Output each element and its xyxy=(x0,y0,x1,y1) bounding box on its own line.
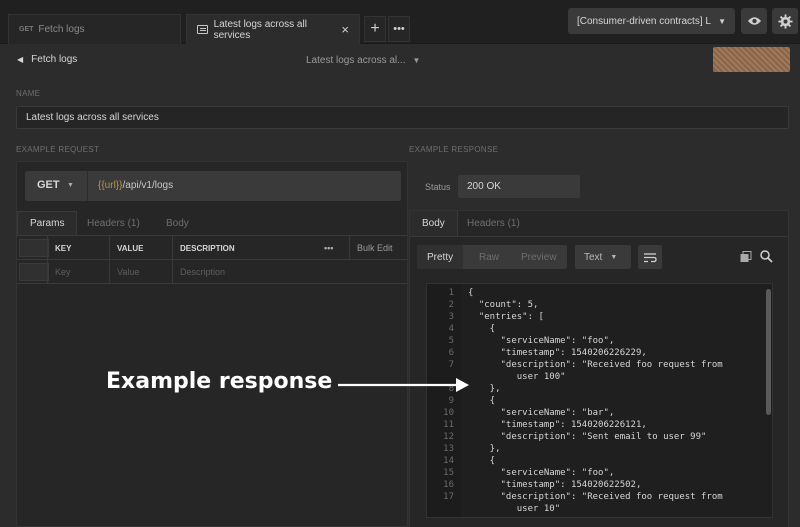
code-line: user 10" xyxy=(468,504,561,514)
view-pretty[interactable]: Pretty xyxy=(417,245,464,269)
method-select[interactable]: GET xyxy=(37,179,60,191)
code-line: 16 "timestamp": 154020622502, xyxy=(443,480,642,490)
search-button[interactable] xyxy=(760,250,773,266)
tab-params[interactable]: Params xyxy=(17,211,78,235)
response-tabs: Body Headers (1) xyxy=(410,211,788,237)
response-body-editor[interactable]: 1{ 2 "count": 5, 3 "entries": [ 4 { 5 "s… xyxy=(426,283,773,518)
tab-latest-logs[interactable]: Latest logs across all services × xyxy=(186,14,360,44)
gear-icon xyxy=(777,13,793,29)
tab-method-badge: GET xyxy=(19,26,34,33)
chevron-down-icon: ▼ xyxy=(412,56,421,65)
url-bar xyxy=(25,171,401,201)
table-row: Key Value Description xyxy=(17,260,407,284)
chevron-down-icon: ▼ xyxy=(718,16,726,26)
url-divider xyxy=(87,171,88,201)
row-checkbox[interactable] xyxy=(19,263,49,281)
code-line: 11 "timestamp": 1540206226121, xyxy=(443,420,647,430)
param-key-input[interactable]: Key xyxy=(47,260,109,284)
column-header-description: DESCRIPTION xyxy=(172,236,317,260)
param-description-input[interactable]: Description xyxy=(172,260,407,284)
chevron-down-icon[interactable]: ▼ xyxy=(67,182,74,189)
code-line: 12 "description": "Sent email to user 99… xyxy=(443,432,707,442)
code-line: 7 "description": "Received foo request f… xyxy=(448,360,723,370)
tab-headers[interactable]: Headers (1) xyxy=(87,211,140,235)
format-value: Text xyxy=(584,251,603,263)
chevron-down-icon: ▼ xyxy=(610,253,618,261)
search-icon xyxy=(760,250,773,263)
format-select[interactable]: Text ▼ xyxy=(575,245,631,269)
code-line: 4 { xyxy=(448,324,496,334)
wrap-lines-icon xyxy=(644,252,657,262)
eye-icon xyxy=(747,17,761,25)
code-line: 14 { xyxy=(443,456,496,466)
column-header-key: KEY xyxy=(47,236,109,260)
code-line: 15 "serviceName": "foo", xyxy=(443,468,615,478)
code-line: 1{ xyxy=(448,288,474,298)
close-icon[interactable]: × xyxy=(341,22,349,37)
bulk-edit-button[interactable]: Bulk Edit xyxy=(349,236,407,260)
column-header-value: VALUE xyxy=(109,236,172,260)
code-line: 9 { xyxy=(448,396,496,406)
example-name-input[interactable]: Latest logs across all services xyxy=(16,106,789,129)
new-tab-button[interactable]: + xyxy=(364,16,386,42)
view-raw[interactable]: Raw xyxy=(479,245,499,269)
tab-response-headers[interactable]: Headers (1) xyxy=(467,211,520,236)
copy-icon xyxy=(740,251,752,262)
environment-label: [Consumer-driven contracts] L xyxy=(577,15,711,27)
more-tabs-icon[interactable]: ••• xyxy=(388,16,410,42)
example-request-label: EXAMPLE REQUEST xyxy=(16,145,100,154)
code-line: 10 "serviceName": "bar", xyxy=(443,408,615,418)
environment-select[interactable]: [Consumer-driven contracts] L ▼ xyxy=(568,8,735,34)
back-arrow-icon: ◀ xyxy=(17,55,24,64)
status-input[interactable]: 200 OK xyxy=(458,175,580,198)
settings-button[interactable] xyxy=(772,8,798,34)
status-value: 200 OK xyxy=(467,181,501,192)
view-preview[interactable]: Preview xyxy=(521,245,557,269)
annotation-arrow-icon xyxy=(338,378,469,392)
code-line: 3 "entries": [ xyxy=(448,312,544,322)
tab-fetch-logs[interactable]: GET Fetch logs xyxy=(8,14,181,44)
code-line: 13 }, xyxy=(443,444,501,454)
url-input[interactable]: {{url}}/api/v1/logs xyxy=(98,180,173,191)
code-line: 2 "count": 5, xyxy=(448,300,539,310)
url-path: /api/v1/logs xyxy=(122,180,174,191)
code-line: 17 "description": "Received foo request … xyxy=(443,492,723,502)
more-options-icon[interactable]: ••• xyxy=(317,236,349,260)
example-doc-icon xyxy=(197,25,208,34)
copy-button[interactable] xyxy=(740,251,752,266)
status-label: Status xyxy=(425,182,451,192)
name-label: NAME xyxy=(16,89,41,98)
tab-label: Fetch logs xyxy=(38,24,85,35)
environment-quick-look-button[interactable] xyxy=(741,8,767,34)
response-scrollbar[interactable] xyxy=(766,289,771,415)
tab-body[interactable]: Body xyxy=(166,211,189,235)
code-line: 5 "serviceName": "foo", xyxy=(448,336,615,346)
params-table: KEY VALUE DESCRIPTION ••• Bulk Edit Key … xyxy=(17,236,407,284)
table-header-row: KEY VALUE DESCRIPTION ••• Bulk Edit xyxy=(17,236,407,260)
user-avatar[interactable] xyxy=(713,47,790,72)
request-tabs: Params Headers (1) Body xyxy=(17,211,407,236)
example-name-value: Latest logs across all services xyxy=(26,112,159,123)
back-to-request-link[interactable]: ◀ Fetch logs xyxy=(17,54,77,65)
example-title: Latest logs across al... xyxy=(306,55,406,66)
param-value-input[interactable]: Value xyxy=(109,260,172,284)
tab-label: Latest logs across all services xyxy=(213,18,307,41)
view-mode-group: Pretty Raw Preview xyxy=(417,245,567,269)
tab-response-body[interactable]: Body xyxy=(410,211,458,236)
checkbox-column-header xyxy=(19,239,49,257)
back-label: Fetch logs xyxy=(31,54,78,65)
example-response-label: EXAMPLE RESPONSE xyxy=(409,145,499,154)
example-title-dropdown[interactable]: Latest logs across al... ▼ xyxy=(306,55,420,66)
wrap-lines-button[interactable] xyxy=(638,245,662,269)
url-variable: {{url}} xyxy=(98,180,123,191)
annotation-label: Example response xyxy=(106,369,333,394)
code-line: 6 "timestamp": 1540206226229, xyxy=(448,348,647,358)
